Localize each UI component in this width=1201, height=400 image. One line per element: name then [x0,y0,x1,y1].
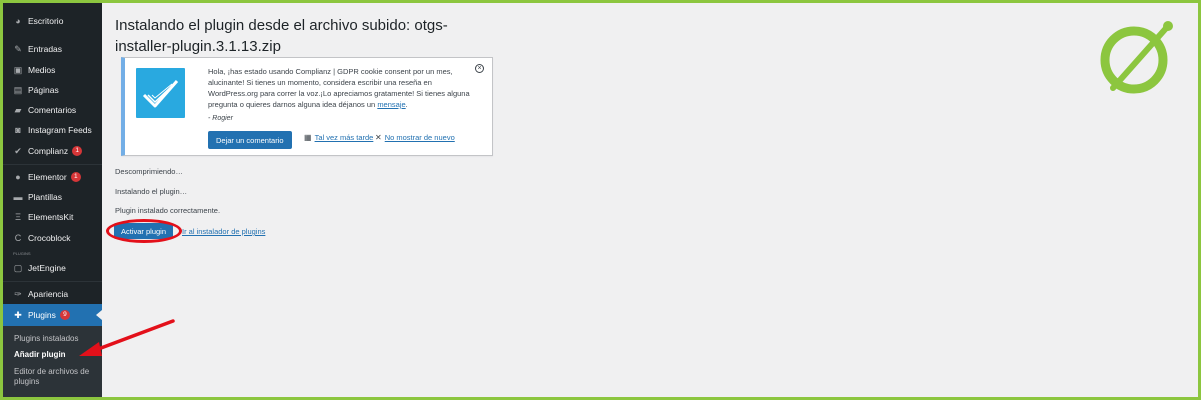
sidebar-item-jetengine[interactable]: ▢ JetEngine [3,259,102,277]
dont-show-again-link[interactable]: ✕ No mostrar de nuevo [375,133,455,142]
submenu-item-editor-archivos[interactable]: Editor de archivos de plugins [14,367,96,387]
elementskit-icon: Ξ [15,212,21,222]
maybe-later-label: Tal vez más tarde [314,133,374,142]
sidebar-item-label: Medios [28,65,56,75]
sidebar-item-label: Escritorio [28,16,64,26]
sidebar-item-label: JetEngine [28,263,66,273]
section-label: PLUGINS [13,251,31,256]
main-content: Instalando el plugin desde el archivo su… [115,15,815,57]
menu-separator [3,281,102,282]
sidebar-item-label: Páginas [28,85,59,95]
notice-text: Hola, ¡has estado usando Complianz | GDP… [208,67,470,109]
pages-icon: ▤ [13,84,23,95]
complianz-check-icon [142,80,179,108]
dashboard-icon: ◕ [15,16,21,26]
sidebar-item-apariencia[interactable]: ✑ Apariencia [3,285,102,303]
sidebar-item-escritorio[interactable]: ◕ Escritorio [3,12,102,30]
sidebar-item-elementor[interactable]: ● Elementor 1 [3,168,102,186]
sidebar-item-elementskit[interactable]: Ξ ElementsKit [3,208,102,226]
instagram-icon: ◙ [15,125,21,135]
comments-icon: ▰ [14,104,22,115]
crocoblock-icon: C [14,233,22,243]
sidebar-item-label: Crocoblock [28,233,71,243]
media-icon: ▣ [13,64,23,75]
sidebar-item-label: Elementor [28,172,67,182]
sidebar-item-label: Complianz [28,146,69,156]
notification-badge: 1 [70,172,81,182]
maybe-later-link[interactable]: ▦ Tal vez más tarde [304,133,373,142]
sidebar-item-entradas[interactable]: ✎ Entradas [3,40,102,58]
notice-text-end: . [405,100,408,109]
annotation-arrow [79,319,175,356]
complianz-logo [136,68,185,118]
sidebar-item-instagram-feeds[interactable]: ◙ Instagram Feeds [3,121,102,139]
sidebar-item-paginas[interactable]: ▤ Páginas [3,81,102,99]
sidebar-item-medios[interactable]: ▣ Medios [3,61,102,79]
sidebar-item-label: ElementsKit [28,212,74,222]
sidebar-item-crocoblock[interactable]: C Crocoblock [3,229,102,247]
folder-icon: ▬ [13,192,23,202]
sidebar-item-label: Apariencia [28,289,69,299]
sidebar-item-label: Plugins [28,310,56,320]
calendar-icon: ▦ [304,133,312,142]
notice-message: Hola, ¡has estado usando Complianz | GDP… [208,66,473,110]
log-line-unpacking: Descomprimiendo… [115,167,183,176]
notice-signature: - Rogier [208,115,233,122]
log-line-installing: Instalando el plugin… [115,187,188,196]
sidebar-item-label: Instagram Feeds [28,125,92,135]
dont-show-again-label: No mostrar de nuevo [384,133,455,142]
sidebar-item-label: Plantillas [28,192,63,202]
jetengine-icon: ▢ [13,262,23,273]
dismiss-icon[interactable]: × [475,64,484,73]
sidebar-item-label: Entradas [28,44,63,54]
menu-separator [3,164,102,165]
elementor-icon: ● [15,172,21,182]
message-link[interactable]: mensaje [377,100,405,109]
plug-icon: ✚ [14,309,22,320]
pin-icon: ✎ [14,43,22,54]
notification-badge: 1 [72,146,83,156]
sidebar-item-comentarios[interactable]: ▰ Comentarios [3,101,102,119]
sidebar-item-label: Comentarios [28,105,77,115]
sidebar-item-plantillas[interactable]: ▬ Plantillas [3,188,102,206]
complianz-review-notice: Hola, ¡has estado usando Complianz | GDP… [121,57,493,156]
sidebar-item-complianz[interactable]: ✔ Complianz 1 [3,142,102,160]
page-title: Instalando el plugin desde el archivo su… [115,17,448,55]
close-icon: ✕ [375,133,382,142]
log-line-success: Plugin instalado correctamente. [115,206,221,215]
highlight-circle [106,219,182,243]
site-logo-icon [1100,21,1173,94]
check-icon: ✔ [14,145,22,156]
brush-icon: ✑ [14,288,22,299]
leave-review-button[interactable]: Dejar un comentario [208,131,292,149]
plugin-installer-link[interactable]: Ir al instalador de plugins [182,227,265,236]
